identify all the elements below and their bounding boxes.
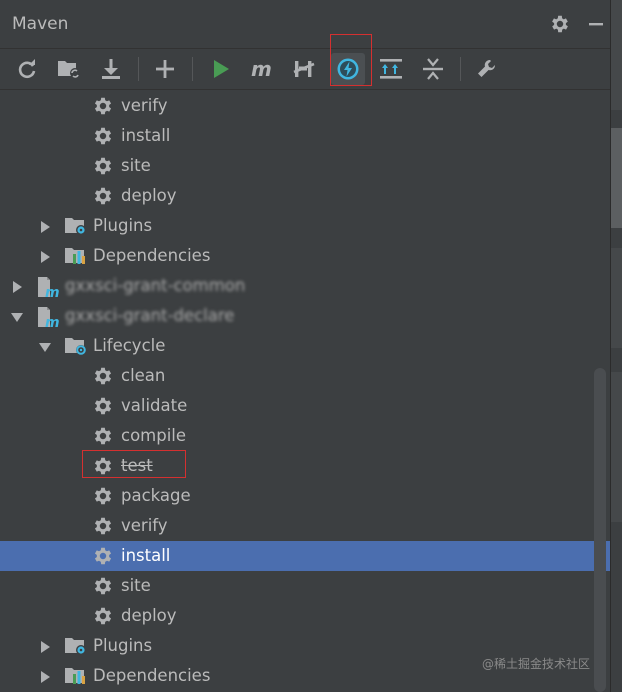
test-highlight-annotation [82,450,186,478]
tree-row-label: package [121,486,191,505]
generate-sources-icon[interactable] [52,53,86,85]
tree-row-label: deploy [121,606,177,625]
tree-row-verify[interactable]: verify [0,91,610,121]
toolbar-separator [138,57,139,81]
svg-text:m: m [251,58,272,80]
minimize-icon[interactable] [582,10,610,38]
gear-icon [92,485,114,507]
chevron-right-icon[interactable] [38,249,52,263]
tree-row-validate[interactable]: validate [0,391,610,421]
tree-row-deploy[interactable]: deploy [0,601,610,631]
tree-row-label: site [121,156,151,175]
tree-row-label: verify [121,96,168,115]
chevron-right-icon[interactable] [10,279,24,293]
tree-row-gxxsci-grant-common[interactable]: m gxxsci-grant-common [0,271,610,301]
lifecycle-folder-icon [64,335,86,357]
tree-row-site[interactable]: site [0,151,610,181]
tree-row-label: Plugins [93,636,153,655]
toolbar-separator [192,57,193,81]
gear-icon [92,395,114,417]
chevron-down-icon[interactable] [38,339,52,353]
toolbar-separator [460,57,461,81]
tree-row-install[interactable]: install [0,541,610,571]
gear-icon [92,95,114,117]
gear-icon[interactable] [546,10,574,38]
side-tab-bean-validation[interactable] [611,372,622,522]
svg-text:m: m [45,285,60,299]
tree-row-label: deploy [121,186,177,205]
toggle-offline-icon[interactable] [288,53,322,85]
side-tab-maven[interactable] [611,128,622,228]
maven-tool-window: Maven m verify install site deploy Plugi… [0,0,610,692]
gear-icon [92,125,114,147]
run-icon[interactable] [204,53,238,85]
vertical-scrollbar[interactable] [594,368,606,692]
side-tab-ant[interactable] [611,0,622,110]
tree-row-label: install [121,126,171,145]
tree-row-label: Dependencies [93,246,211,265]
toolbar-highlight-annotation [330,34,372,86]
add-icon[interactable] [148,53,182,85]
plugins-folder-icon [64,215,86,237]
tree-row-label: compile [121,426,187,445]
chevron-right-icon[interactable] [38,219,52,233]
chevron-right-icon[interactable] [38,669,52,683]
reload-icon[interactable] [10,53,44,85]
right-tool-strip [610,0,622,692]
execute-goal-icon[interactable]: m [246,53,280,85]
gear-icon [92,545,114,567]
gear-icon [92,155,114,177]
gear-icon [92,515,114,537]
tree-row-compile[interactable]: compile [0,421,610,451]
tree-row-dependencies[interactable]: Dependencies [0,241,610,271]
tree-row-label: site [121,576,151,595]
tree-row-gxxsci-grant-declare[interactable]: m gxxsci-grant-declare [0,301,610,331]
tree-row-label: Lifecycle [93,336,166,355]
download-icon[interactable] [94,53,128,85]
maven-module-icon: m [36,275,60,301]
tree-row-plugins[interactable]: Plugins [0,211,610,241]
gear-icon [92,185,114,207]
show-dependencies-icon[interactable] [374,53,408,85]
tree-row-clean[interactable]: clean [0,361,610,391]
svg-text:m: m [45,315,60,329]
watermark: @稀土掘金技术社区 [481,657,590,671]
tree-row-label: install [121,546,171,565]
tree-row-label: Plugins [93,216,153,235]
maven-module-icon: m [36,305,60,331]
settings-icon[interactable] [470,53,504,85]
tree-row-deploy[interactable]: deploy [0,181,610,211]
chevron-right-icon[interactable] [38,639,52,653]
gear-icon [92,605,114,627]
gear-icon [92,365,114,387]
tree-row-label: verify [121,516,168,535]
collapse-all-icon[interactable] [416,53,450,85]
maven-toolbar: m [0,49,610,90]
dependencies-folder-icon [64,665,86,687]
gear-icon [92,425,114,447]
panel-header: Maven [0,0,610,49]
tree-row-verify[interactable]: verify [0,511,610,541]
tree-row-package[interactable]: package [0,481,610,511]
tree-row-label: validate [121,396,188,415]
tree-row-label: clean [121,366,166,385]
maven-project-tree[interactable]: verify install site deploy Plugins Dependenci… [0,91,610,692]
tree-row-label: gxxsci-grant-common [65,276,246,295]
plugins-folder-icon [64,635,86,657]
tree-row-site[interactable]: site [0,571,610,601]
tree-row-label: gxxsci-grant-declare [65,306,235,325]
panel-title: Maven [12,14,69,34]
dependencies-folder-icon [64,245,86,267]
tree-row-label: Dependencies [93,666,211,685]
chevron-down-icon[interactable] [10,309,24,323]
tree-row-install[interactable]: install [0,121,610,151]
header-actions [538,10,610,38]
tree-row-lifecycle[interactable]: Lifecycle [0,331,610,361]
side-tab-database[interactable] [611,248,622,348]
gear-icon [92,575,114,597]
